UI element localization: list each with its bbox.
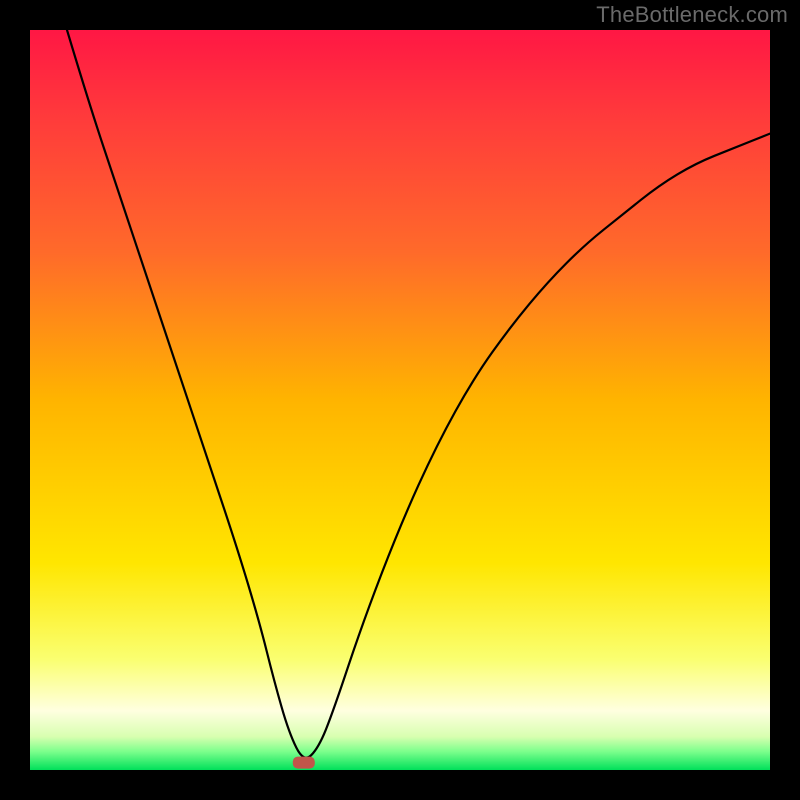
minimum-marker: [293, 757, 315, 769]
plot-area: [30, 30, 770, 770]
chart-svg: [30, 30, 770, 770]
watermark-text: TheBottleneck.com: [596, 2, 788, 28]
chart-container: TheBottleneck.com: [0, 0, 800, 800]
gradient-background: [30, 30, 770, 770]
